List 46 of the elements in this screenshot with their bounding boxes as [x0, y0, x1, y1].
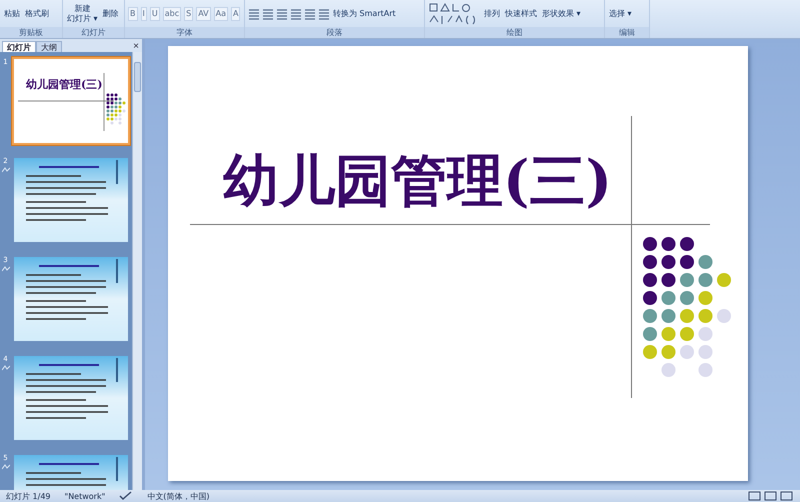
- theme-name: "Network": [64, 492, 106, 500]
- thumbnail-title: 幼儿园管理(三): [26, 77, 102, 92]
- slide-thumbnail[interactable]: 幼儿园管理(三): [11, 56, 131, 146]
- group-label: 编辑: [605, 27, 649, 38]
- ribbon-button[interactable]: 删除: [102, 8, 120, 18]
- group-label: 字体: [125, 27, 244, 38]
- align-icon[interactable]: [290, 8, 301, 20]
- ribbon-button[interactable]: 格式刷: [24, 8, 50, 18]
- ribbon-button[interactable]: 选择 ▾: [608, 8, 633, 18]
- pane-tab[interactable]: 大纲: [36, 41, 62, 52]
- pane-tab[interactable]: 幻灯片: [2, 41, 36, 52]
- animation-icon: [2, 266, 10, 272]
- ribbon-button-label[interactable]: 粘贴: [3, 8, 21, 18]
- group-label: 段落: [245, 27, 424, 38]
- align-icon[interactable]: [276, 8, 287, 20]
- group-label: 剪贴板: [0, 27, 62, 38]
- spellcheck-icon[interactable]: [119, 491, 134, 501]
- ribbon-button-label[interactable]: 新建: [73, 4, 92, 14]
- animation-icon: [2, 167, 10, 173]
- align-icon[interactable]: [248, 8, 259, 20]
- ribbon-button[interactable]: 形状效果 ▾: [541, 8, 582, 18]
- language: 中文(简体，中国): [147, 490, 210, 502]
- format-button[interactable]: Aa: [214, 6, 228, 20]
- format-button[interactable]: abc: [162, 6, 182, 20]
- ribbon-button-label[interactable]: 排列: [483, 8, 501, 18]
- group-label: 绘图: [425, 27, 604, 38]
- close-button[interactable]: ×: [130, 41, 142, 52]
- format-button[interactable]: B: [128, 6, 138, 20]
- animation-icon: [2, 464, 10, 470]
- format-button[interactable]: AV: [196, 6, 211, 20]
- format-button[interactable]: A: [231, 6, 240, 20]
- format-button[interactable]: I: [140, 6, 147, 20]
- animation-icon: [2, 365, 10, 371]
- ribbon-button[interactable]: 转换为 SmartArt: [332, 8, 397, 18]
- align-icon[interactable]: [318, 8, 329, 20]
- scrollbar[interactable]: [132, 52, 142, 490]
- ribbon-button-label[interactable]: 快速样式: [504, 8, 538, 18]
- slide-title: 幼儿园管理(三): [223, 147, 612, 216]
- align-icon[interactable]: [304, 8, 315, 20]
- format-button[interactable]: U: [150, 6, 160, 20]
- slide-counter: 幻灯片 1/49: [6, 490, 51, 502]
- ribbon-button-label[interactable]: 幻灯片 ▾: [66, 14, 99, 24]
- align-icon[interactable]: [262, 8, 273, 20]
- format-button[interactable]: S: [184, 6, 194, 20]
- view-buttons-icon[interactable]: [748, 491, 794, 501]
- group-label: 幻灯片: [63, 27, 124, 38]
